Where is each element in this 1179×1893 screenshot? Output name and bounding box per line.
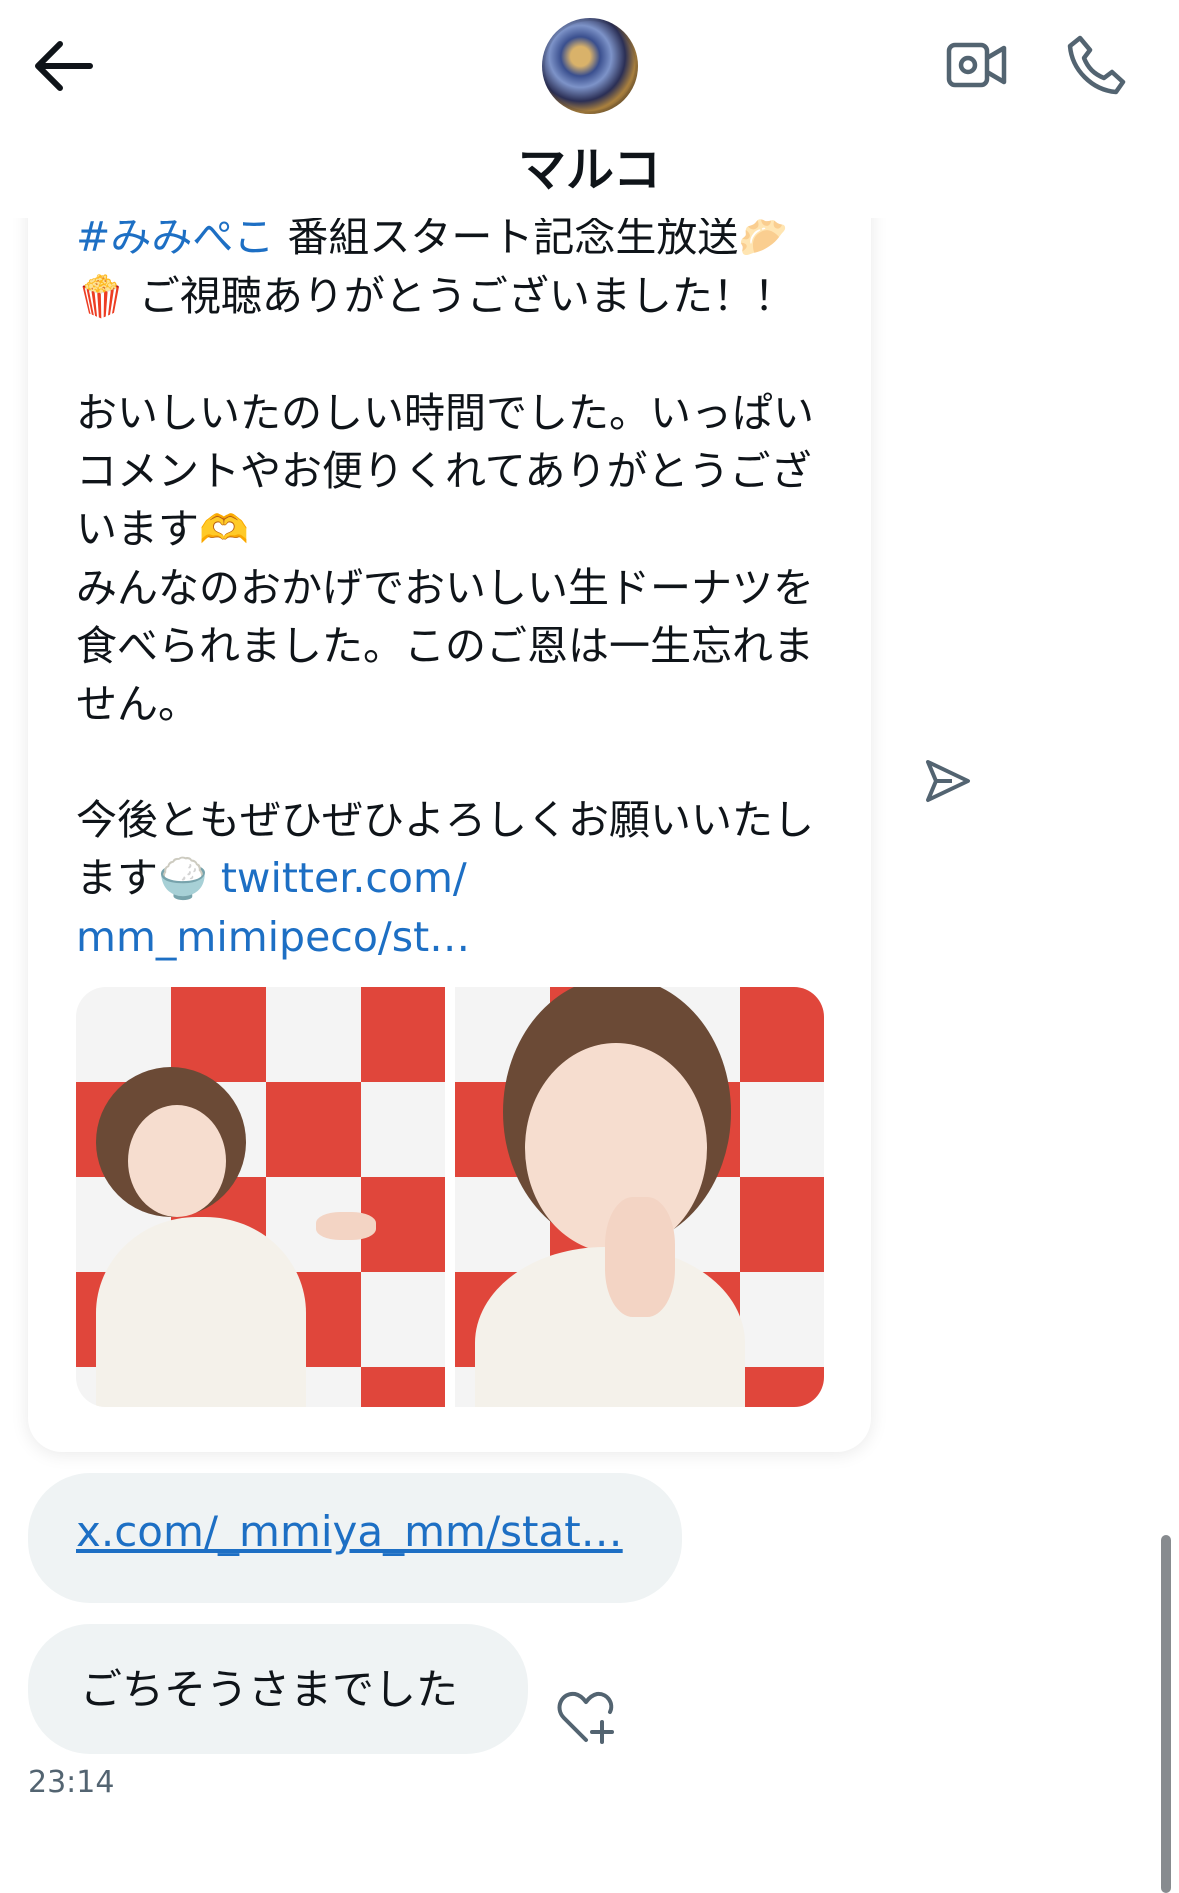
phone-call-icon[interactable] — [1066, 34, 1126, 96]
text-message[interactable]: ごちそうさまでした — [28, 1624, 528, 1754]
avatar[interactable] — [542, 18, 638, 114]
link-message[interactable]: x.com/_mmiya_mm/stat… — [28, 1473, 682, 1603]
post-line-1: 番組スタート記念生放送 — [274, 213, 739, 261]
post-media[interactable] — [76, 987, 824, 1407]
dumpling-emoji: 🥟 — [738, 215, 789, 261]
video-call-icon[interactable] — [946, 40, 1008, 90]
contact-name[interactable]: マルコ — [0, 130, 1179, 200]
chat-screen: #みみぺこ 番組スタート記念生放送🥟 🍿 ご視聴ありがとうございました！！ おい… — [0, 0, 1179, 1893]
post-line-2: ご視聴ありがとうございました！！ — [125, 272, 795, 320]
post-paragraph-1b: みんなのおかげでおいしい生ドーナツを食べられました。このご恩は一生忘れません。 — [76, 564, 814, 728]
popcorn-emoji: 🍿 — [76, 274, 126, 320]
message-timestamp: 23:14 — [28, 1765, 115, 1800]
message-text: ごちそうさまでした — [80, 1665, 459, 1714]
shared-post-card[interactable]: #みみぺこ 番組スタート記念生放送🥟 🍿 ご視聴ありがとうございました！！ おい… — [28, 120, 871, 1452]
add-reaction-icon[interactable] — [556, 1690, 618, 1746]
post-text: #みみぺこ 番組スタート記念生放送🥟 🍿 ご視聴ありがとうございました！！ おい… — [76, 208, 846, 966]
message-link[interactable]: x.com/_mmiya_mm/stat… — [76, 1507, 623, 1556]
conversation-header: マルコ — [0, 0, 1179, 218]
post-paragraph-1a: おいしいたのしい時間でした。いっぱいコメントやお便りくれてありがとうございます — [76, 389, 814, 553]
arrow-left-icon[interactable] — [30, 36, 96, 96]
share-icon[interactable] — [920, 754, 974, 808]
scrollbar[interactable] — [1161, 1535, 1171, 1893]
heart-hands-emoji: 🫶 — [199, 507, 249, 553]
rice-bowl-emoji: 🍚 — [158, 856, 208, 902]
hashtag-link[interactable]: #みみぺこ — [76, 213, 274, 261]
photo-1[interactable] — [76, 987, 445, 1407]
photo-2[interactable] — [455, 987, 824, 1407]
